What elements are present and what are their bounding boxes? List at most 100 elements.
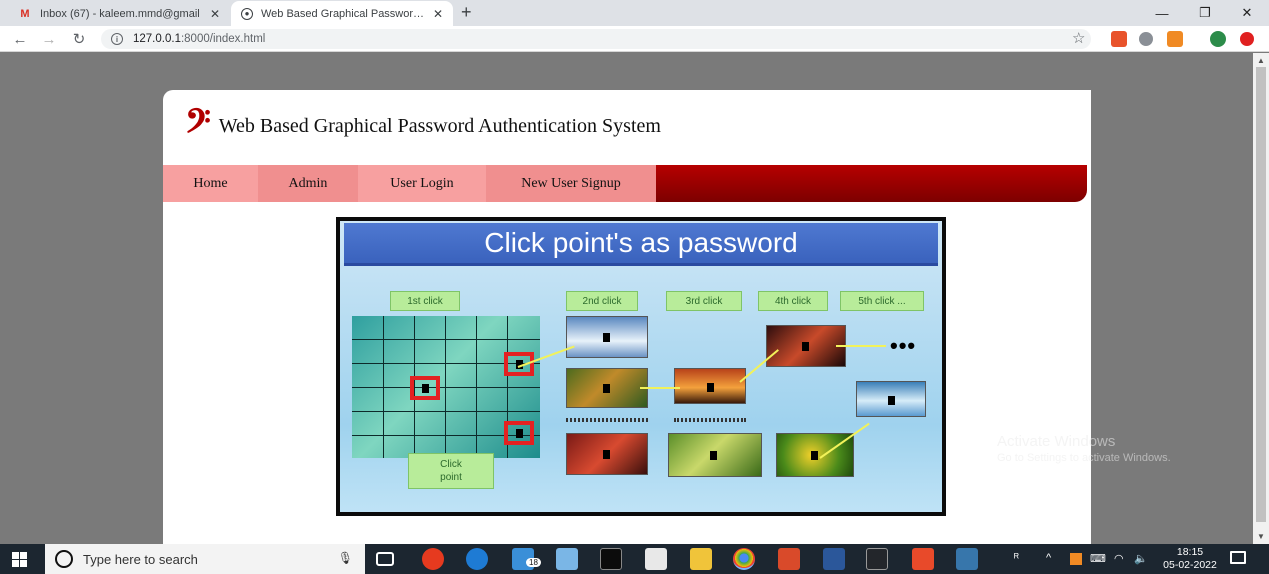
- app-orange-icon[interactable]: [778, 548, 800, 570]
- photo-clouds: [856, 381, 926, 417]
- close-tab-icon[interactable]: ✕: [210, 7, 220, 21]
- reload-icon[interactable]: ↻: [69, 29, 89, 49]
- selected-cell-marker: [410, 376, 440, 400]
- word-icon[interactable]: [823, 548, 845, 570]
- windows-activation-watermark: Activate Windows Go to Settings to activ…: [997, 433, 1171, 464]
- photo-garden: [668, 433, 762, 477]
- click-chip-3: 3rd click: [666, 291, 742, 311]
- scroll-down-arrow-icon[interactable]: ▼: [1257, 532, 1265, 541]
- click-point-text: Click point: [440, 459, 462, 483]
- site-container: 𝄢 Web Based Graphical Password Authentic…: [163, 90, 1091, 544]
- bass-clef-logo-icon: 𝄢: [185, 102, 211, 149]
- click-grid-image: [352, 316, 540, 458]
- terminal-icon[interactable]: [600, 548, 622, 570]
- gmail-icon: M: [20, 7, 30, 20]
- microphone-icon[interactable]: 🎙: [338, 551, 353, 565]
- photo-red-forest: [566, 433, 648, 475]
- site-info-icon[interactable]: i: [111, 33, 123, 45]
- taskbar-search-placeholder: Type here to search: [83, 551, 198, 567]
- new-tab-button[interactable]: +: [461, 2, 472, 23]
- photo-sunset: [674, 368, 746, 404]
- url-host: 127.0.0.1: [133, 33, 181, 45]
- watermark-title: Activate Windows: [997, 433, 1116, 450]
- nav-admin[interactable]: Admin: [258, 165, 358, 202]
- watermark-subtitle: Go to Settings to activate Windows.: [997, 452, 1171, 464]
- nav-home[interactable]: Home: [163, 165, 258, 202]
- people-icon[interactable]: ᴿ: [1014, 552, 1019, 564]
- notification-icon[interactable]: [1230, 551, 1246, 564]
- cortana-icon: [55, 550, 73, 568]
- tab-graphical-password[interactable]: ● Web Based Graphical Password A ✕: [231, 1, 453, 26]
- badge-count: 18: [526, 558, 541, 567]
- app-blue-icon[interactable]: [556, 548, 578, 570]
- taskbar-search-box[interactable]: Type here to search 🎙: [45, 544, 365, 574]
- task-view-icon[interactable]: [376, 552, 394, 566]
- hero-banner-text: Click point's as password: [484, 227, 798, 258]
- click-chip-4: 4th click: [758, 291, 828, 311]
- keyboard-icon[interactable]: ⌨: [1090, 552, 1106, 565]
- profile-avatar-icon[interactable]: [1210, 31, 1226, 47]
- hero-canvas: Click point's as password 1st click 2nd …: [340, 221, 942, 512]
- python-icon[interactable]: [956, 548, 978, 570]
- wifi-icon[interactable]: ◠: [1114, 552, 1124, 565]
- metamask-fox-icon[interactable]: [1167, 31, 1183, 47]
- hero-illustration: Click point's as password 1st click 2nd …: [336, 217, 946, 516]
- selected-cell-marker: [504, 352, 534, 376]
- tab-title: Inbox (67) - kaleem.mmd@gmail: [40, 7, 200, 20]
- close-tab-icon[interactable]: ✕: [433, 7, 443, 21]
- photo-flowers: [566, 368, 648, 408]
- page-viewport: 𝄢 Web Based Graphical Password Authentic…: [0, 53, 1253, 544]
- selected-cell-marker: [504, 421, 534, 445]
- connector-line: [836, 345, 886, 347]
- photo-separator: [674, 418, 746, 422]
- file-explorer-icon[interactable]: [690, 548, 712, 570]
- app-red-icon[interactable]: [422, 548, 444, 570]
- app-red2-icon[interactable]: [912, 548, 934, 570]
- clock-time: 18:15: [1176, 546, 1204, 558]
- volume-icon[interactable]: 🔈: [1134, 552, 1148, 565]
- store-bag-icon[interactable]: [645, 548, 667, 570]
- tray-app-icon[interactable]: [1070, 553, 1082, 565]
- hero-banner: Click point's as password: [344, 223, 938, 266]
- more-dots: •••: [890, 333, 917, 358]
- photo-dark-forest: [766, 325, 846, 367]
- chrome-icon[interactable]: [733, 548, 755, 570]
- url-path: :8000/index.html: [180, 33, 266, 45]
- forward-arrow-icon[interactable]: →: [39, 29, 59, 49]
- tab-gmail-inbox[interactable]: M Inbox (67) - kaleem.mmd@gmail ✕: [8, 1, 230, 26]
- site-header: 𝄢 Web Based Graphical Password Authentic…: [185, 106, 661, 146]
- clock-date: 05-02-2022: [1163, 559, 1217, 571]
- tray-chevron-icon[interactable]: ^: [1046, 552, 1051, 564]
- address-bar[interactable]: i 127.0.0.1:8000/index.html: [101, 29, 1091, 49]
- restore-button[interactable]: ❐: [1185, 0, 1225, 26]
- scrollbar-thumb[interactable]: [1256, 67, 1266, 522]
- taskbar-clock[interactable]: 18:15 05-02-2022: [1160, 546, 1220, 572]
- click-point-label: Click point: [408, 453, 494, 489]
- opera-extension-icon[interactable]: [1240, 32, 1254, 46]
- browser-tab-strip: M Inbox (67) - kaleem.mmd@gmail ✕ ● Web …: [0, 0, 1269, 26]
- back-arrow-icon[interactable]: ←: [10, 29, 30, 49]
- tab-title: Web Based Graphical Password A: [261, 7, 427, 20]
- photo-separator: [566, 418, 648, 422]
- page-scrollbar[interactable]: ▲ ▼: [1253, 53, 1269, 544]
- click-chip-5: 5th click ...: [840, 291, 924, 311]
- bookmark-star-icon[interactable]: ☆: [1072, 29, 1085, 47]
- scroll-up-arrow-icon[interactable]: ▲: [1257, 56, 1265, 65]
- connector-line: [640, 387, 680, 389]
- extension-lens-icon[interactable]: [1139, 32, 1153, 46]
- main-nav: Home Admin User Login New User Signup: [163, 165, 1087, 202]
- edge-icon[interactable]: [466, 548, 488, 570]
- nav-user-login[interactable]: User Login: [358, 165, 486, 202]
- close-window-button[interactable]: ✕: [1227, 0, 1267, 26]
- site-title: Web Based Graphical Password Authenticat…: [218, 114, 661, 137]
- photo-sky: [566, 316, 648, 358]
- click-chip-2: 2nd click: [566, 291, 638, 311]
- click-chip-1: 1st click: [390, 291, 460, 311]
- nav-new-user-signup[interactable]: New User Signup: [486, 165, 656, 202]
- windows-start-icon[interactable]: [12, 552, 28, 567]
- pycharm-icon[interactable]: [866, 548, 888, 570]
- minimize-button[interactable]: —: [1142, 0, 1182, 26]
- extension-off-icon[interactable]: [1111, 31, 1127, 47]
- windows-taskbar: Type here to search 🎙 18 ᴿ ^ ⌨ ◠ 🔈 18:15…: [0, 544, 1269, 574]
- globe-icon: ●: [241, 7, 253, 20]
